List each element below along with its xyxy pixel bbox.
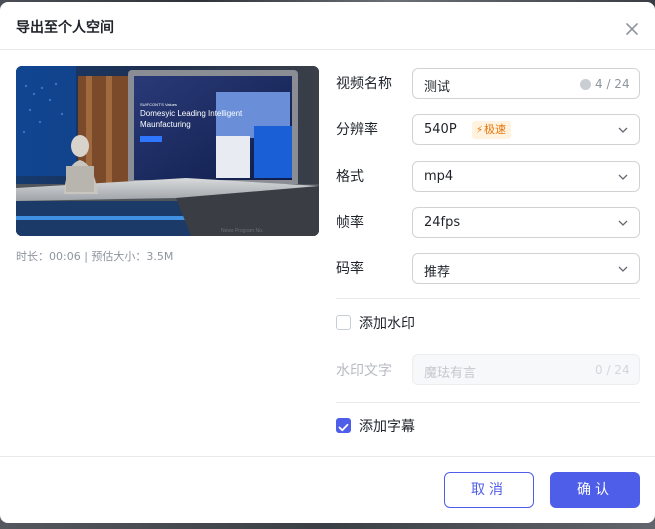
chevron-down-icon [618,174,628,180]
video-name-input[interactable]: 测试 4 / 24 [412,68,640,99]
resolution-label: 分辨率 [336,122,378,138]
watermark-text-placeholder: 魔珐有言 [424,366,477,381]
watermark-text-label: 水印文字 [336,363,392,379]
size-label: 预估大小： [91,250,147,263]
video-name-label: 视频名称 [336,76,392,92]
subtitle-checkbox[interactable] [336,418,351,433]
subtitle-label[interactable]: 添加字幕 [359,416,415,436]
watermark-checkbox[interactable] [336,315,351,330]
watermark-label[interactable]: 添加水印 [359,313,415,333]
format-label: 格式 [336,169,364,185]
bitrate-value: 推荐 [424,265,451,280]
video-name-value: 测试 [424,80,451,95]
meta-separator: | [80,250,92,263]
desk-label: News Program No. [221,228,263,234]
video-meta: 时长：00:06 | 预估大小：3.5M [16,248,173,264]
resolution-select[interactable]: 540P ⚡极速 [412,114,640,145]
watermark-text-count: 0 / 24 [595,363,630,377]
fps-value: 24fps [424,215,461,230]
resolution-value: 540P [424,122,457,137]
footer-divider [0,456,655,457]
duration-label: 时长： [16,250,49,263]
fps-select[interactable]: 24fps [412,207,640,238]
dialog-header: 导出至个人空间 [0,2,655,50]
duration-value: 00:06 [49,250,81,263]
dialog-title: 导出至个人空间 [16,20,114,36]
lightning-icon: ⚡ [476,125,484,136]
size-value: 3.5M [146,250,174,263]
speed-badge: ⚡极速 [472,121,512,139]
chevron-down-icon [618,220,628,226]
fps-label: 帧率 [336,215,364,231]
video-preview[interactable]: SUIFCONT'S Values Domesyic Leading Intel… [16,66,319,236]
bitrate-label: 码率 [336,261,364,277]
cancel-button[interactable]: 取消 [444,472,534,508]
format-select[interactable]: mp4 [412,161,640,192]
bitrate-select[interactable]: 推荐 [412,253,640,284]
checkmark-icon [338,423,349,432]
chevron-down-icon [618,127,628,133]
close-icon[interactable] [622,19,642,39]
speed-badge-label: 极速 [484,123,507,136]
screen-headline-2: Maunfacturing [140,120,191,129]
video-name-count: 4 / 24 [595,77,630,91]
confirm-button[interactable]: 确认 [550,472,640,508]
clear-icon[interactable] [580,79,591,90]
chevron-down-icon [618,266,628,272]
divider [336,298,640,299]
screen-headline-1: Domesyic Leading Intelligent [140,109,243,118]
watermark-text-input: 魔珐有言 0 / 24 [412,354,640,385]
screen-brand: SUIFCONT'S Values [140,102,177,107]
divider [336,402,640,403]
format-value: mp4 [424,169,454,184]
export-dialog: 导出至个人空间 SUIFCONT'S Values Domesyic Leadi… [0,2,655,523]
